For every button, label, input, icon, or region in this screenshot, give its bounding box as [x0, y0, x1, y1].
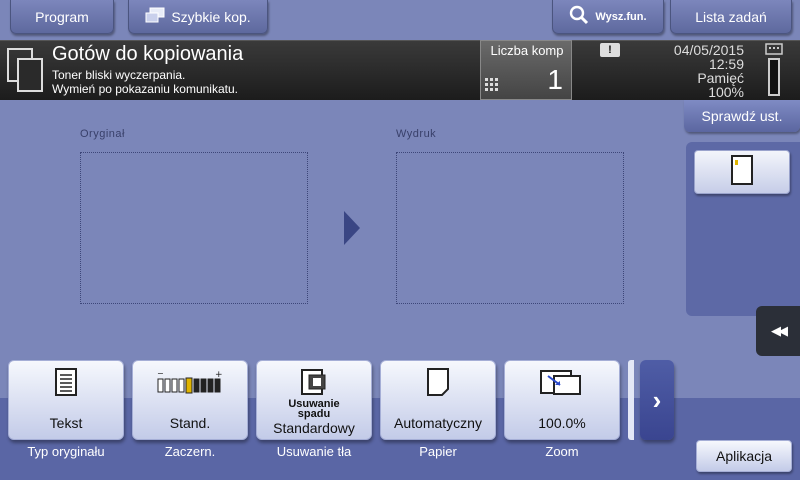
keypad-icon [485, 78, 499, 97]
copy-count-button[interactable]: Liczba komp 1 [480, 40, 572, 100]
quick-copy-button[interactable]: Szybkie kop. [128, 0, 268, 34]
chevron-right-icon: › [652, 384, 662, 415]
arrow-right-icon [344, 211, 360, 245]
search-function-button[interactable]: Wysz.fun. [552, 0, 664, 34]
next-page-button[interactable]: › [640, 360, 674, 440]
density-caption: Zaczern. [164, 444, 216, 459]
background-removal-button[interactable]: Usuwanie spadu Standardowy [256, 360, 372, 440]
zoom-caption: Zoom [545, 444, 579, 459]
background-removal-value: Standardowy [273, 420, 355, 436]
document-preview-button[interactable] [694, 150, 790, 194]
original-label: Oryginał [80, 128, 125, 140]
paper-button[interactable]: Automatyczny [380, 360, 496, 440]
zoom-button[interactable]: 100.0% [504, 360, 620, 440]
job-list-button[interactable]: Lista zadań [670, 0, 792, 34]
quick-copy-icon [145, 7, 165, 26]
density-button[interactable]: − + Stand. [132, 360, 248, 440]
svg-text:−: − [157, 370, 164, 378]
memory-label: Pamięć [697, 70, 744, 86]
status-title: Gotów do kopiowania [52, 43, 244, 65]
check-settings-label: Sprawdź ust. [701, 108, 783, 124]
copy-count-label: Liczba komp [490, 43, 564, 58]
bleed-removal-line2: spadu [297, 408, 331, 420]
status-date: 04/05/2015 [673, 42, 744, 58]
double-chevron-left-icon: ◀◀ [771, 323, 788, 338]
original-preview [80, 152, 308, 304]
program-button[interactable]: Program [10, 0, 114, 34]
original-type-button[interactable]: Tekst [8, 360, 124, 440]
application-label: Aplikacja [715, 448, 773, 464]
output-label: Wydruk [396, 128, 437, 140]
check-settings-button[interactable]: Sprawdź ust. [684, 100, 800, 132]
status-message-line1: Toner bliski wyczerpania. [52, 68, 186, 82]
copy-mode-icon [6, 47, 46, 100]
next-function-peek [628, 360, 634, 440]
warning-icon[interactable]: ! [600, 43, 620, 57]
paper-icon [381, 367, 495, 397]
text-document-icon [9, 367, 123, 397]
background-removal-caption: Usuwanie tła [276, 444, 352, 459]
search-icon [569, 5, 589, 28]
search-function-label: Wysz.fun. [595, 10, 647, 23]
document-icon [731, 154, 753, 190]
status-message-line2: Wymień po pokazaniu komunikatu. [52, 82, 238, 96]
program-label: Program [35, 8, 89, 25]
copy-count-value: 1 [547, 64, 563, 95]
zoom-icon [505, 367, 619, 397]
collapse-panel-button[interactable]: ◀◀ [756, 306, 800, 356]
original-type-caption: Typ oryginału [27, 444, 105, 459]
output-preview [396, 152, 624, 304]
toner-meter [768, 58, 780, 96]
quick-copy-label: Szybkie kop. [171, 8, 251, 25]
paper-caption: Papier [419, 444, 457, 459]
bleed-removal-icon [257, 367, 371, 397]
status-time: 12:59 [708, 56, 744, 72]
memory-value: 100% [708, 84, 744, 100]
job-list-label: Lista zadań [695, 8, 767, 25]
density-value: Stand. [169, 415, 211, 431]
paper-value: Automatyczny [394, 415, 482, 431]
application-button[interactable]: Aplikacja [696, 440, 792, 472]
zoom-value: 100.0% [538, 415, 586, 431]
density-scale-icon: − + [133, 367, 247, 397]
original-type-value: Tekst [49, 415, 83, 431]
